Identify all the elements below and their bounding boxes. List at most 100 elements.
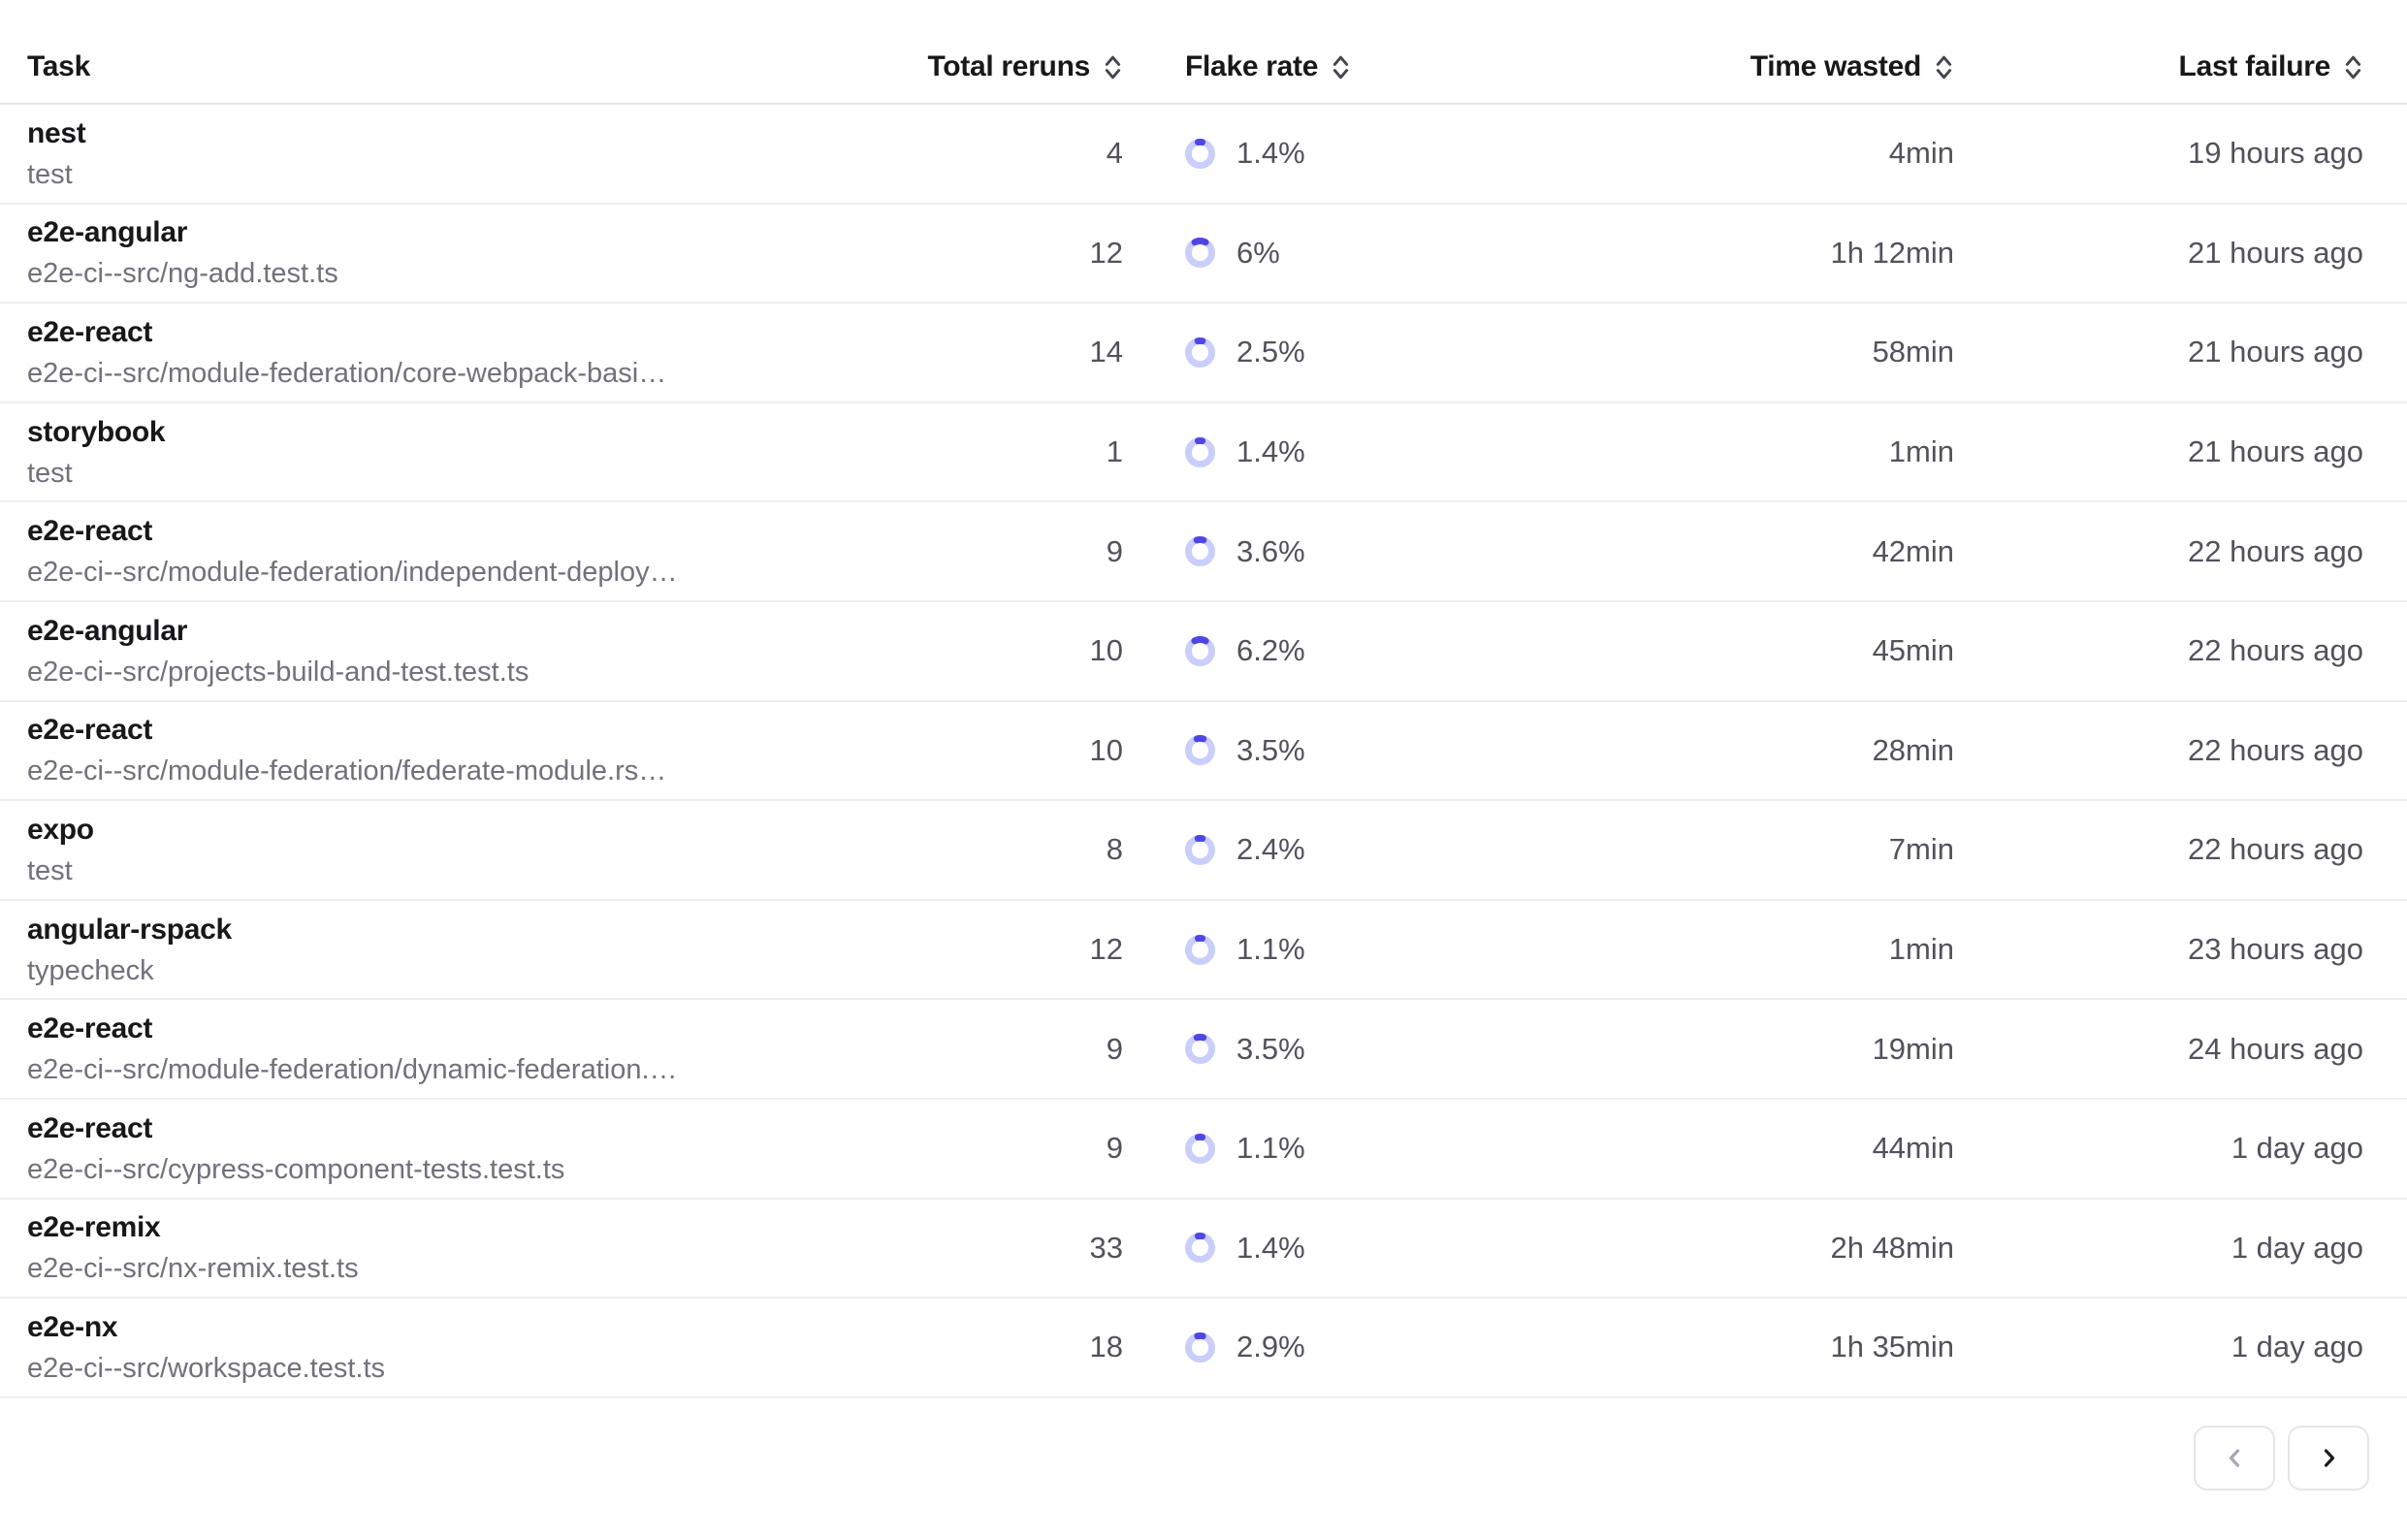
flake-rate-value: 1.1% xyxy=(1236,1131,1305,1166)
flake-rate-value: 1.4% xyxy=(1236,136,1305,171)
flake-rate-value: 3.5% xyxy=(1236,733,1305,768)
column-header-last-failure[interactable]: Last failure xyxy=(1954,50,2363,83)
table-row[interactable]: e2e-angular e2e-ci--src/ng-add.test.ts 1… xyxy=(0,205,2407,305)
chevron-right-icon xyxy=(2316,1445,2342,1471)
table-row[interactable]: e2e-nx e2e-ci--src/workspace.test.ts 18 … xyxy=(0,1299,2407,1398)
total-reruns-value: 9 xyxy=(958,1131,1123,1166)
table-row[interactable]: e2e-remix e2e-ci--src/nx-remix.test.ts 3… xyxy=(0,1200,2407,1299)
flake-rate-value: 2.9% xyxy=(1236,1330,1305,1364)
task-cell: expo test xyxy=(27,812,958,888)
total-reruns-value: 33 xyxy=(958,1231,1123,1266)
flake-rate-cell: 2.5% xyxy=(1123,335,1513,369)
flake-rate-progress-ring-icon xyxy=(1185,1134,1215,1164)
previous-page-button[interactable] xyxy=(2194,1426,2275,1491)
column-header-time-wasted[interactable]: Time wasted xyxy=(1513,50,1954,83)
table-header-row: Task Total reruns Flake rate Time wasted… xyxy=(0,0,2407,105)
column-header-total-reruns-label: Total reruns xyxy=(927,50,1090,83)
last-failure-value: 23 hours ago xyxy=(1954,932,2363,967)
column-header-total-reruns[interactable]: Total reruns xyxy=(958,50,1123,83)
task-target-path: e2e-ci--src/module-federation/dynamic-fe… xyxy=(27,1052,958,1087)
flake-rate-progress-ring-icon xyxy=(1185,1233,1215,1263)
flake-rate-cell: 1.4% xyxy=(1123,434,1513,469)
task-name: e2e-react xyxy=(27,513,958,549)
task-target-path: e2e-ci--src/projects-build-and-test.test… xyxy=(27,655,958,690)
table-row[interactable]: angular-rspack typecheck 12 1.1% 1min 23… xyxy=(0,901,2407,1001)
task-target-path: test xyxy=(27,157,958,192)
table-row[interactable]: e2e-react e2e-ci--src/module-federation/… xyxy=(0,1000,2407,1100)
task-target-path: typecheck xyxy=(27,953,958,988)
flake-rate-cell: 3.5% xyxy=(1123,733,1513,768)
flake-rate-progress-ring-icon xyxy=(1185,735,1215,765)
last-failure-value: 1 day ago xyxy=(1954,1330,2363,1364)
flake-rate-value: 6% xyxy=(1236,236,1280,271)
total-reruns-value: 9 xyxy=(958,534,1123,569)
next-page-button[interactable] xyxy=(2288,1426,2369,1491)
task-cell: e2e-nx e2e-ci--src/workspace.test.ts xyxy=(27,1309,958,1386)
last-failure-value: 1 day ago xyxy=(1954,1231,2363,1266)
total-reruns-value: 12 xyxy=(958,932,1123,967)
flake-rate-progress-ring-icon xyxy=(1185,636,1215,666)
flake-rate-value: 1.1% xyxy=(1236,932,1305,967)
flake-rate-progress-ring-icon xyxy=(1185,1332,1215,1363)
task-name: e2e-react xyxy=(27,314,958,350)
last-failure-value: 22 hours ago xyxy=(1954,633,2363,668)
sort-chevrons-icon xyxy=(2343,52,2363,82)
task-cell: e2e-react e2e-ci--src/module-federation/… xyxy=(27,513,958,590)
task-target-path: e2e-ci--src/module-federation/independen… xyxy=(27,555,958,590)
time-wasted-value: 7min xyxy=(1513,832,1954,867)
table-row[interactable]: e2e-angular e2e-ci--src/projects-build-a… xyxy=(0,602,2407,702)
time-wasted-value: 28min xyxy=(1513,733,1954,768)
flake-rate-value: 6.2% xyxy=(1236,633,1305,668)
table-row[interactable]: storybook test 1 1.4% 1min 21 hours ago xyxy=(0,403,2407,503)
sort-chevrons-icon xyxy=(1103,52,1123,82)
column-header-flake-rate-label: Flake rate xyxy=(1185,50,1318,83)
flake-rate-cell: 6.2% xyxy=(1123,633,1513,668)
column-header-flake-rate[interactable]: Flake rate xyxy=(1123,50,1513,83)
table-row[interactable]: e2e-react e2e-ci--src/module-federation/… xyxy=(0,304,2407,403)
total-reruns-value: 14 xyxy=(958,335,1123,369)
flake-rate-value: 2.5% xyxy=(1236,335,1305,369)
task-name: expo xyxy=(27,812,958,848)
table-row[interactable]: nest test 4 1.4% 4min 19 hours ago xyxy=(0,105,2407,205)
flake-rate-progress-ring-icon xyxy=(1185,835,1215,865)
flake-rate-progress-ring-icon xyxy=(1185,139,1215,169)
last-failure-value: 1 day ago xyxy=(1954,1131,2363,1166)
column-header-last-failure-label: Last failure xyxy=(2179,50,2330,83)
flake-rate-cell: 2.9% xyxy=(1123,1330,1513,1364)
chevron-left-icon xyxy=(2222,1445,2248,1471)
flake-rate-cell: 3.5% xyxy=(1123,1032,1513,1067)
flake-rate-progress-ring-icon xyxy=(1185,437,1215,467)
sort-chevrons-icon xyxy=(1934,52,1954,82)
last-failure-value: 22 hours ago xyxy=(1954,733,2363,768)
task-target-path: test xyxy=(27,456,958,491)
task-cell: nest test xyxy=(27,115,958,192)
time-wasted-value: 1h 12min xyxy=(1513,236,1954,271)
total-reruns-value: 18 xyxy=(958,1330,1123,1364)
task-name: e2e-react xyxy=(27,712,958,748)
task-name: storybook xyxy=(27,414,958,450)
flake-rate-cell: 1.1% xyxy=(1123,1131,1513,1166)
last-failure-value: 24 hours ago xyxy=(1954,1032,2363,1067)
table-row[interactable]: expo test 8 2.4% 7min 22 hours ago xyxy=(0,801,2407,901)
sort-chevrons-icon xyxy=(1331,52,1351,82)
flake-rate-cell: 6% xyxy=(1123,236,1513,271)
total-reruns-value: 10 xyxy=(958,633,1123,668)
total-reruns-value: 8 xyxy=(958,832,1123,867)
task-name: e2e-angular xyxy=(27,214,958,250)
flake-rate-cell: 1.1% xyxy=(1123,932,1513,967)
time-wasted-value: 1min xyxy=(1513,932,1954,967)
time-wasted-value: 2h 48min xyxy=(1513,1231,1954,1266)
task-cell: angular-rspack typecheck xyxy=(27,912,958,988)
task-name: e2e-react xyxy=(27,1011,958,1046)
flake-rate-progress-ring-icon xyxy=(1185,238,1215,268)
task-cell: e2e-react e2e-ci--src/module-federation/… xyxy=(27,712,958,788)
task-target-path: e2e-ci--src/workspace.test.ts xyxy=(27,1351,958,1386)
table-row[interactable]: e2e-react e2e-ci--src/cypress-component-… xyxy=(0,1100,2407,1200)
flake-rate-value: 3.5% xyxy=(1236,1032,1305,1067)
pagination xyxy=(2194,1426,2369,1491)
table-row[interactable]: e2e-react e2e-ci--src/module-federation/… xyxy=(0,702,2407,802)
task-cell: e2e-react e2e-ci--src/module-federation/… xyxy=(27,314,958,391)
task-cell: e2e-react e2e-ci--src/module-federation/… xyxy=(27,1011,958,1087)
total-reruns-value: 1 xyxy=(958,434,1123,469)
table-row[interactable]: e2e-react e2e-ci--src/module-federation/… xyxy=(0,502,2407,602)
